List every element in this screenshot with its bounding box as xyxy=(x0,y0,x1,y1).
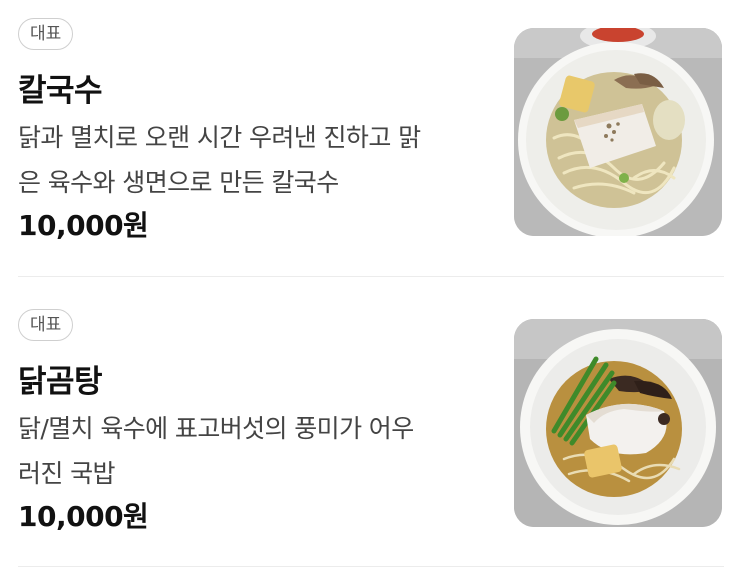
item-divider xyxy=(18,276,724,277)
menu-item-photo[interactable] xyxy=(514,319,722,527)
menu-item-price: 10,000원 xyxy=(18,209,149,242)
description-line: 러진 국밥 xyxy=(18,459,116,488)
menu-item-name: 칼국수 xyxy=(18,73,103,109)
description-line: 닭과 멸치로 오랜 시간 우려낸 진하고 맑 xyxy=(18,123,421,152)
dakgomtang-photo-illustration xyxy=(514,319,722,527)
menu-item-name: 닭곰탕 xyxy=(18,364,103,400)
menu-item-photo[interactable] xyxy=(514,28,722,236)
signature-badge: 대표 xyxy=(18,309,74,341)
description-line: 닭/멸치 육수에 표고버섯의 풍미가 어우 xyxy=(18,414,414,443)
description-line: 은 육수와 생면으로 만든 칼국수 xyxy=(18,168,339,197)
menu-item-description: 닭과 멸치로 오랜 시간 우려낸 진하고 맑 은 육수와 생면으로 만든 칼국수 xyxy=(18,115,488,205)
menu-item-kalguksu[interactable]: 대표 칼국수 닭과 멸치로 오랜 시간 우려낸 진하고 맑 은 육수와 생면으로… xyxy=(18,18,724,268)
menu-item-dakgomtang[interactable]: 대표 닭곰탕 닭/멸치 육수에 표고버섯의 풍미가 어우 러진 국밥 10,00… xyxy=(18,309,724,559)
item-divider xyxy=(18,566,724,567)
menu-list: 대표 칼국수 닭과 멸치로 오랜 시간 우려낸 진하고 맑 은 육수와 생면으로… xyxy=(0,0,742,568)
signature-badge: 대표 xyxy=(18,18,74,50)
menu-item-description: 닭/멸치 육수에 표고버섯의 풍미가 어우 러진 국밥 xyxy=(18,406,488,496)
kalguksu-photo-illustration xyxy=(514,28,722,236)
menu-item-price: 10,000원 xyxy=(18,500,149,533)
